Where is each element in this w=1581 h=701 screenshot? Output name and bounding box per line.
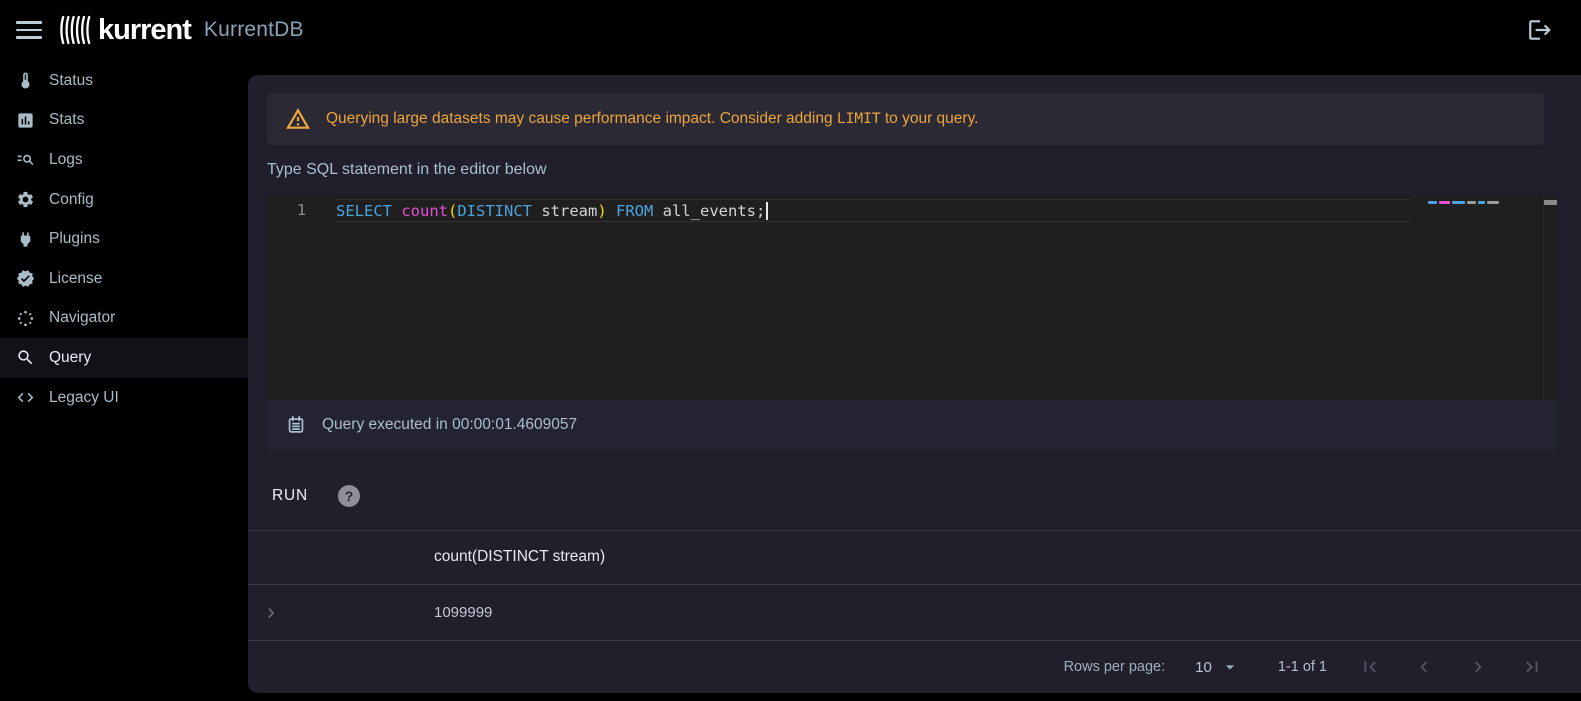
top-bar: kurrent KurrentDB — [0, 0, 1581, 60]
previous-page-icon[interactable] — [1413, 656, 1435, 678]
thermometer-icon — [15, 71, 35, 91]
table-row[interactable]: 1099999 — [248, 584, 1581, 640]
code-token: stream — [532, 201, 598, 220]
query-panel: Querying large datasets may cause perfor… — [248, 75, 1581, 693]
current-line-highlight: SELECT count(DISTINCT stream) FROM all_e… — [336, 199, 1410, 222]
run-button[interactable]: RUN — [272, 487, 308, 505]
sidebar-item-label: Config — [49, 190, 94, 208]
execution-status-bar: Query executed in 00:00:01.4609057 — [267, 400, 1557, 450]
code-line-tokens: SELECT count(DISTINCT stream) FROM all_e… — [336, 202, 765, 220]
expand-row-chevron-icon[interactable] — [260, 602, 282, 624]
bar-chart-icon — [15, 110, 35, 130]
run-toolbar: RUN ? — [248, 480, 360, 512]
code-token: FROM — [606, 201, 663, 220]
code-brackets-icon — [15, 388, 35, 408]
warning-message: Querying large datasets may cause perfor… — [326, 110, 979, 127]
row-value: 1099999 — [434, 604, 493, 621]
sidebar-item-stats[interactable]: Stats — [0, 101, 248, 141]
code-token: all_events; — [662, 201, 766, 220]
log-search-icon — [15, 150, 35, 170]
sql-editor[interactable]: 1 SELECT count(DISTINCT stream) FROM all… — [267, 195, 1557, 400]
sidebar-item-label: Logs — [49, 150, 83, 168]
brand-wordmark: kurrent — [98, 13, 192, 46]
scrollbar-track — [1543, 195, 1544, 400]
next-page-icon[interactable] — [1467, 656, 1489, 678]
first-page-icon[interactable] — [1359, 656, 1381, 678]
schedule-icon — [288, 415, 304, 433]
results-table-header: count(DISTINCT stream) — [248, 530, 1581, 583]
warning-icon — [286, 108, 310, 129]
product-title: KurrentDB — [203, 18, 304, 41]
sidebar-item-navigator[interactable]: Navigator — [0, 299, 248, 339]
scrollbar-thumb[interactable] — [1544, 200, 1557, 205]
last-page-icon[interactable] — [1521, 656, 1543, 678]
sidebar-item-label: Legacy UI — [49, 388, 119, 406]
search-icon — [15, 348, 35, 368]
sidebar-item-label: License — [49, 269, 103, 287]
navigator-dots-icon — [15, 308, 35, 328]
sidebar-item-label: Query — [49, 348, 92, 366]
plug-icon — [15, 229, 35, 249]
limit-keyword: LIMIT — [836, 111, 881, 127]
line-number: 1 — [296, 201, 307, 219]
help-icon[interactable]: ? — [337, 485, 360, 507]
code-token: count — [401, 201, 448, 220]
sidebar-item-legacy-ui[interactable]: Legacy UI — [0, 378, 248, 418]
sidebar-item-label: Stats — [49, 111, 85, 129]
editor-hint-text: Type SQL statement in the editor below — [267, 161, 547, 178]
performance-warning-banner: Querying large datasets may cause perfor… — [267, 93, 1544, 145]
code-token: SELECT — [336, 201, 402, 220]
execution-status-text: Query executed in 00:00:01.4609057 — [322, 416, 578, 433]
sidebar-item-query[interactable]: Query — [0, 338, 248, 378]
menu-icon[interactable] — [16, 15, 46, 45]
dropdown-caret-icon — [1220, 657, 1240, 677]
sidebar-item-status[interactable]: Status — [0, 61, 248, 101]
code-token: DISTINCT — [457, 201, 532, 220]
sidebar-item-label: Navigator — [49, 309, 116, 327]
text-cursor — [766, 201, 769, 220]
page-range-label: 1-1 of 1 — [1277, 659, 1327, 675]
sidebar-item-license[interactable]: License — [0, 259, 248, 299]
verified-badge-icon — [15, 269, 35, 289]
kurrent-logo-waves-icon — [60, 15, 91, 45]
sidebar-item-config[interactable]: Config — [0, 180, 248, 220]
rows-per-page-value: 10 — [1195, 658, 1212, 676]
kurrentdb-app: kurrent KurrentDB Status Stats Logs Conf… — [0, 0, 1581, 701]
sidebar-item-label: Plugins — [49, 230, 100, 248]
code-token: ( — [448, 201, 458, 220]
rows-per-page-label: Rows per page: — [1063, 659, 1166, 675]
logout-icon[interactable] — [1525, 15, 1555, 45]
sidebar-item-label: Status — [49, 71, 93, 89]
pagination-footer: Rows per page: 10 1-1 of 1 — [248, 640, 1581, 693]
sidebar-item-logs[interactable]: Logs — [0, 140, 248, 180]
gear-icon — [15, 190, 35, 210]
sidebar-item-plugins[interactable]: Plugins — [0, 219, 248, 259]
editor-minimap — [1428, 201, 1499, 204]
rows-per-page-select[interactable]: 10 — [1195, 657, 1240, 677]
sidebar-nav: Status Stats Logs Config Plugins License… — [0, 61, 248, 417]
column-header: count(DISTINCT stream) — [434, 548, 606, 565]
code-token: ) — [597, 201, 607, 220]
